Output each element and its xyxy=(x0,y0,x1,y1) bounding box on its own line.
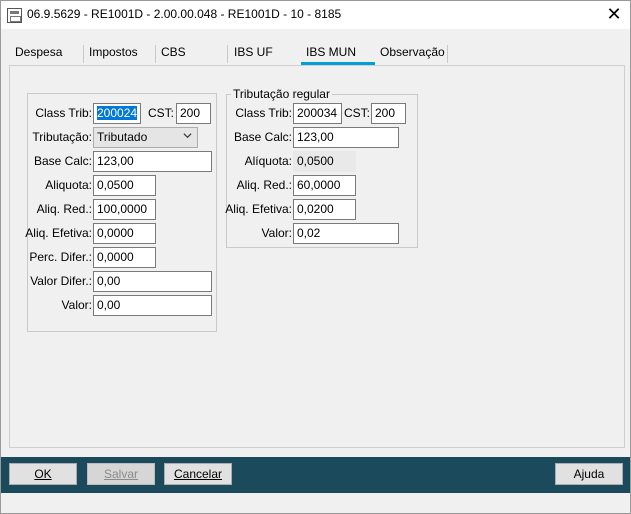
aliq-efetiva-input[interactable]: 0,0000 xyxy=(93,223,156,244)
regular-cst-input[interactable]: 200 xyxy=(371,103,406,124)
regular-cst-label: CST: xyxy=(343,106,370,120)
valor-label: Valor: xyxy=(61,298,92,312)
regular-base-calc-input[interactable]: 123,00 xyxy=(293,127,399,148)
regular-aliq-efetiva-label: Aliq. Efetiva: xyxy=(225,202,292,216)
tributacao-select[interactable]: Tributado xyxy=(93,127,198,148)
valor-difer-label: Valor Difer.: xyxy=(30,274,92,288)
base-calc-input[interactable]: 123,00 xyxy=(93,151,212,172)
ok-button[interactable]: OK xyxy=(9,463,77,485)
regular-base-calc-label: Base Calc: xyxy=(233,130,292,144)
title-bar: 06.9.5629 - RE1001D - 2.00.00.048 - RE10… xyxy=(1,1,630,29)
tab-label: IBS UF xyxy=(234,45,273,59)
regular-aliq-red-label: Aliq. Red.: xyxy=(236,178,292,192)
perc-difer-label: Perc. Difer.: xyxy=(29,250,92,264)
tab-observacao[interactable]: Observação xyxy=(380,41,445,65)
cancelar-label: Cancelar xyxy=(173,467,223,481)
regular-aliquota-field: 0,0500 xyxy=(293,151,356,172)
tab-ibs-mun[interactable]: IBS MUN xyxy=(301,41,375,65)
aliquota-input[interactable]: 0,0500 xyxy=(93,175,156,196)
valor-input[interactable]: 0,00 xyxy=(93,295,212,316)
tab-separator xyxy=(227,45,228,63)
regular-aliquota-label: Alíquota: xyxy=(244,154,292,168)
tab-panel-ibs-mun: Class Trib: 200024 CST: 200 Tributação: … xyxy=(9,65,625,448)
salvar-button: Salvar xyxy=(87,463,155,485)
salvar-label: Salvar xyxy=(103,467,138,481)
tab-label: Impostos xyxy=(89,45,138,59)
tab-ibs-uf[interactable]: IBS UF xyxy=(234,41,273,65)
ok-label: OK xyxy=(34,467,52,481)
aliq-red-input[interactable]: 100,0000 xyxy=(93,199,156,220)
cst-input[interactable]: 200 xyxy=(176,103,211,124)
ajuda-label: Ajuda xyxy=(573,467,605,481)
aliq-efetiva-label: Aliq. Efetiva: xyxy=(25,226,92,240)
cancelar-button[interactable]: Cancelar xyxy=(164,463,232,485)
regular-class-trib-input[interactable]: 200034 xyxy=(293,103,342,124)
tab-separator xyxy=(155,45,156,63)
tab-separator xyxy=(83,45,84,63)
regular-aliq-efetiva-input[interactable]: 0,0200 xyxy=(293,199,356,220)
tributacao-value: Tributado xyxy=(97,130,148,144)
tab-impostos[interactable]: Impostos xyxy=(89,41,138,65)
tab-despesa[interactable]: Despesa xyxy=(15,41,62,65)
regular-aliq-red-input[interactable]: 60,0000 xyxy=(293,175,356,196)
tab-label: Observação xyxy=(380,45,445,59)
tab-label: Despesa xyxy=(15,45,63,59)
app-icon xyxy=(7,8,22,23)
class-trib-value: 200024 xyxy=(97,106,138,120)
regular-class-trib-label: Class Trib: xyxy=(235,106,292,120)
dialog-window: 06.9.5629 - RE1001D - 2.00.00.048 - RE10… xyxy=(0,0,631,514)
regular-valor-input[interactable]: 0,02 xyxy=(293,223,399,244)
tab-cbs[interactable]: CBS xyxy=(161,41,186,65)
regular-valor-label: Valor: xyxy=(261,226,292,240)
class-trib-label: Class Trib: xyxy=(35,106,92,120)
class-trib-input[interactable]: 200024 xyxy=(93,103,141,124)
cst-label: CST: xyxy=(147,106,174,120)
window-title: 06.9.5629 - RE1001D - 2.00.00.048 - RE10… xyxy=(27,7,342,21)
ajuda-button[interactable]: Ajuda xyxy=(555,463,623,485)
valor-difer-input[interactable]: 0,00 xyxy=(93,271,212,292)
tab-label: IBS MUN xyxy=(306,45,357,59)
aliq-red-label: Aliq. Red.: xyxy=(36,202,92,216)
base-calc-label: Base Calc: xyxy=(33,154,92,168)
group-legend: Tributação regular xyxy=(231,87,332,101)
button-bar: OK Salvar Cancelar Ajuda xyxy=(1,457,630,493)
tab-strip: Despesa Impostos CBS IBS UF IBS MUN Obse… xyxy=(9,41,623,65)
close-button[interactable]: ✕ xyxy=(599,3,629,27)
aliquota-label: Aliquota: xyxy=(45,178,92,192)
perc-difer-input[interactable]: 0,0000 xyxy=(93,247,156,268)
chevron-down-icon xyxy=(183,133,192,139)
tributacao-label: Tributação: xyxy=(32,130,92,144)
tab-label: CBS xyxy=(161,45,186,59)
tab-separator xyxy=(447,45,448,63)
